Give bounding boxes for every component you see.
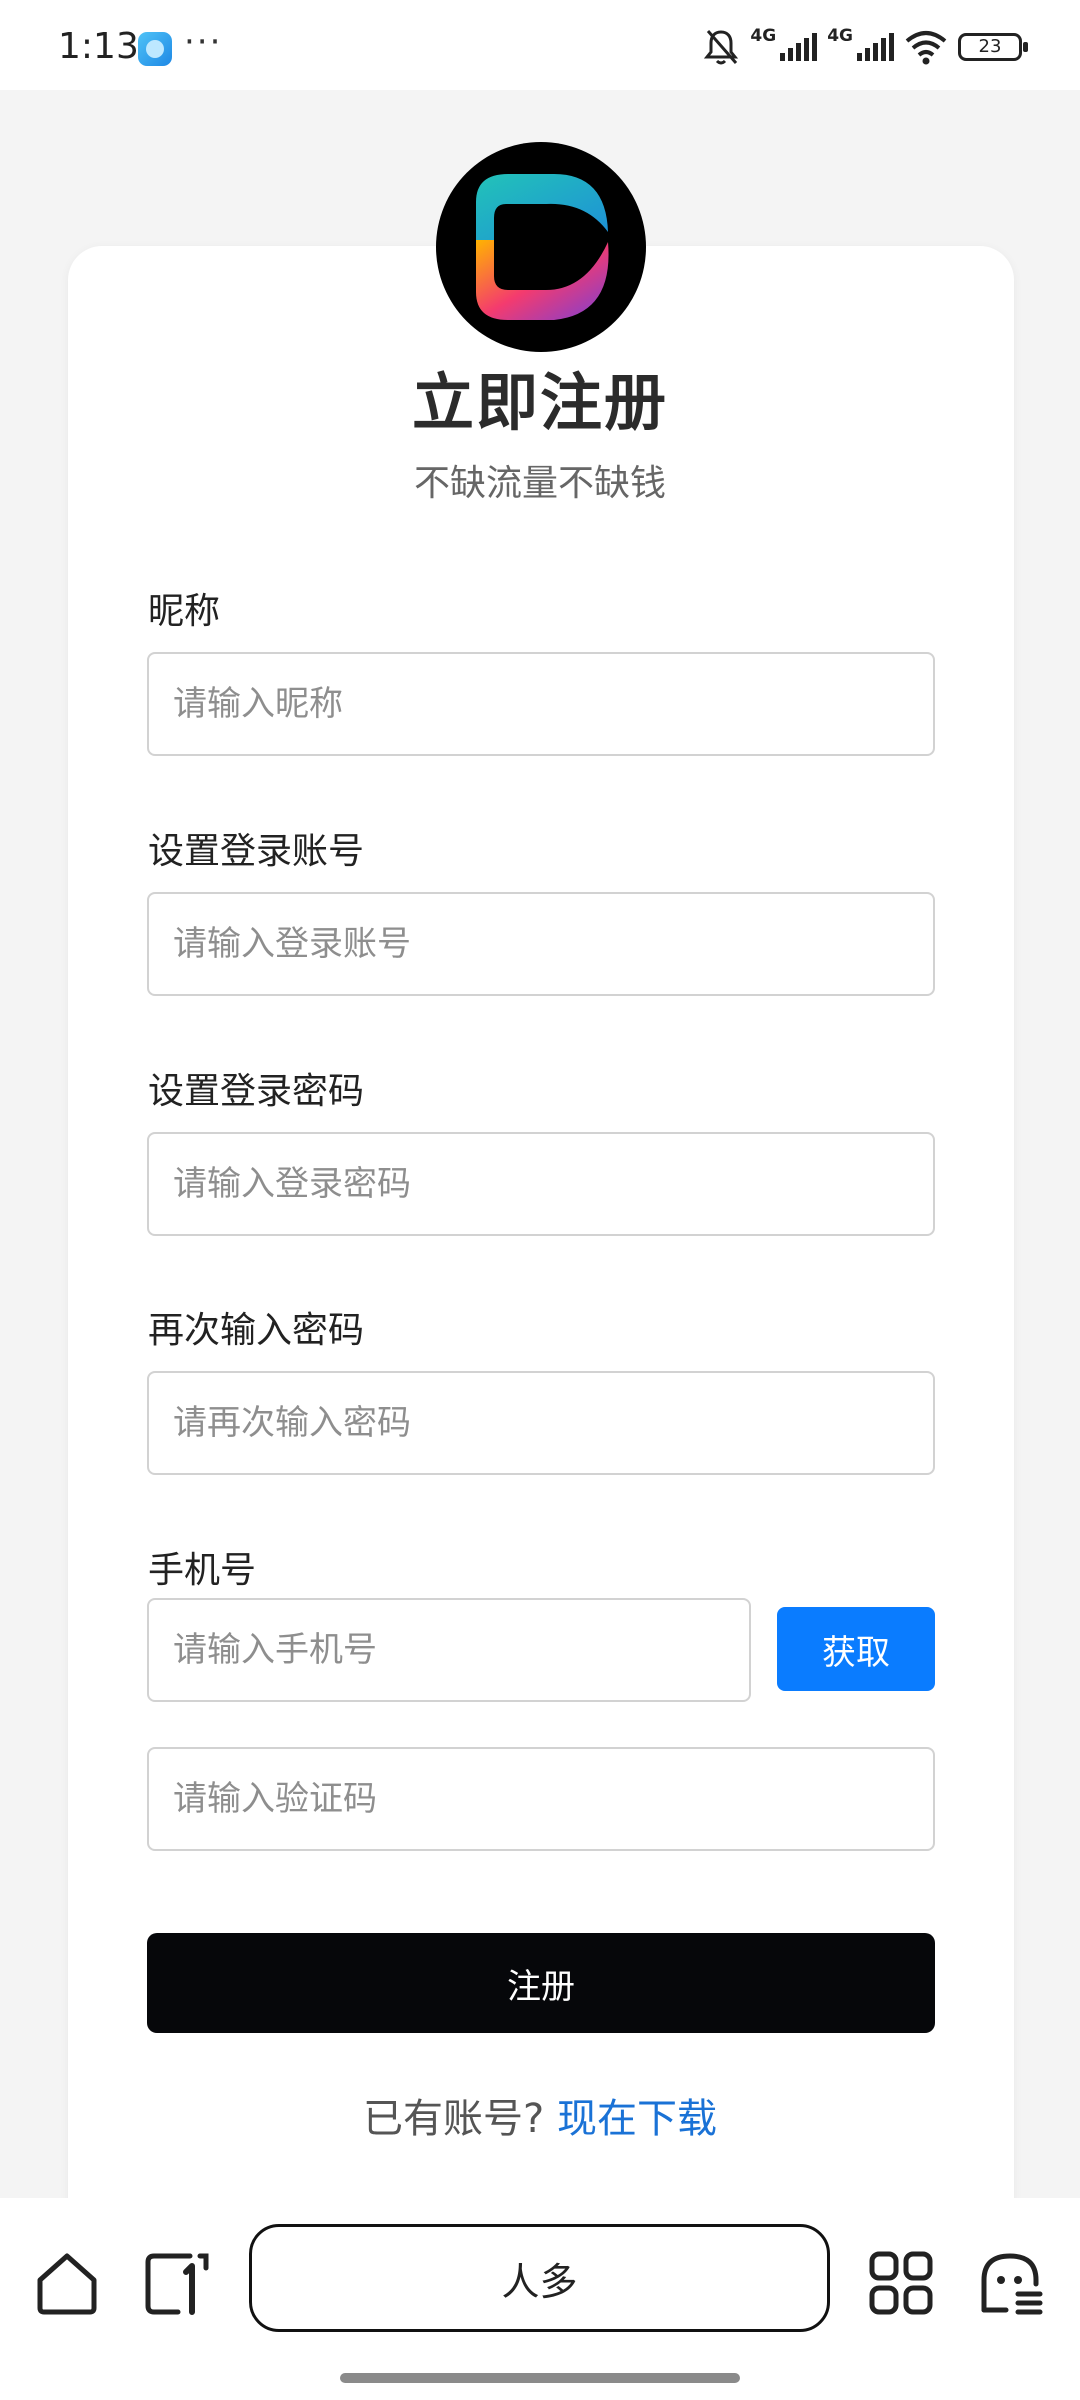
have-account-text: 已有账号? xyxy=(363,2096,545,2142)
verification-code-input[interactable] xyxy=(147,1747,935,1851)
mute-bell-icon xyxy=(704,30,739,65)
signal-1-icon xyxy=(780,33,818,61)
register-button[interactable]: 注册 xyxy=(147,1933,935,2033)
download-link[interactable]: 现在下载 xyxy=(557,2096,717,2142)
password-confirm-input[interactable] xyxy=(147,1371,935,1475)
home-icon[interactable] xyxy=(32,2248,102,2318)
signal-2-icon xyxy=(857,33,894,61)
profile-menu-icon[interactable] xyxy=(976,2248,1046,2318)
apps-grid-icon[interactable] xyxy=(866,2248,936,2318)
home-indicator[interactable] xyxy=(340,2373,740,2383)
account-input[interactable] xyxy=(147,892,935,996)
wifi-icon xyxy=(905,31,947,65)
page-title: 立即注册 xyxy=(411,366,668,439)
nickname-label: 昵称 xyxy=(148,591,221,632)
center-action-button[interactable]: 人多 xyxy=(249,2224,830,2332)
network-type-2: 4G xyxy=(827,26,853,46)
account-label: 设置登录账号 xyxy=(148,831,365,872)
status-time: 1:13 xyxy=(58,26,139,67)
get-code-button[interactable]: 获取 xyxy=(777,1607,935,1691)
nickname-input[interactable] xyxy=(147,652,935,756)
phone-label: 手机号 xyxy=(148,1550,257,1591)
app-notification-icon xyxy=(138,32,172,66)
password-input[interactable] xyxy=(147,1132,935,1236)
password-label: 设置登录密码 xyxy=(148,1071,365,1112)
battery-icon: 23 xyxy=(958,33,1028,61)
network-type-1: 4G xyxy=(750,26,777,46)
app-logo xyxy=(436,142,646,352)
bottom-navigation: 人多 xyxy=(0,2198,1080,2400)
page-subtitle: 不缺流量不缺钱 xyxy=(413,463,666,504)
more-notifications-icon: ··· xyxy=(184,22,223,62)
password-confirm-label: 再次输入密码 xyxy=(148,1310,365,1351)
status-indicators: 4G 4G 23 xyxy=(702,26,1028,68)
login-prompt: 已有账号? 现在下载 xyxy=(0,2086,1080,2144)
tabs-icon[interactable] xyxy=(142,2248,212,2318)
status-bar: 1:13 ··· 4G 4G 23 xyxy=(0,0,1080,90)
phone-input[interactable] xyxy=(147,1598,751,1702)
